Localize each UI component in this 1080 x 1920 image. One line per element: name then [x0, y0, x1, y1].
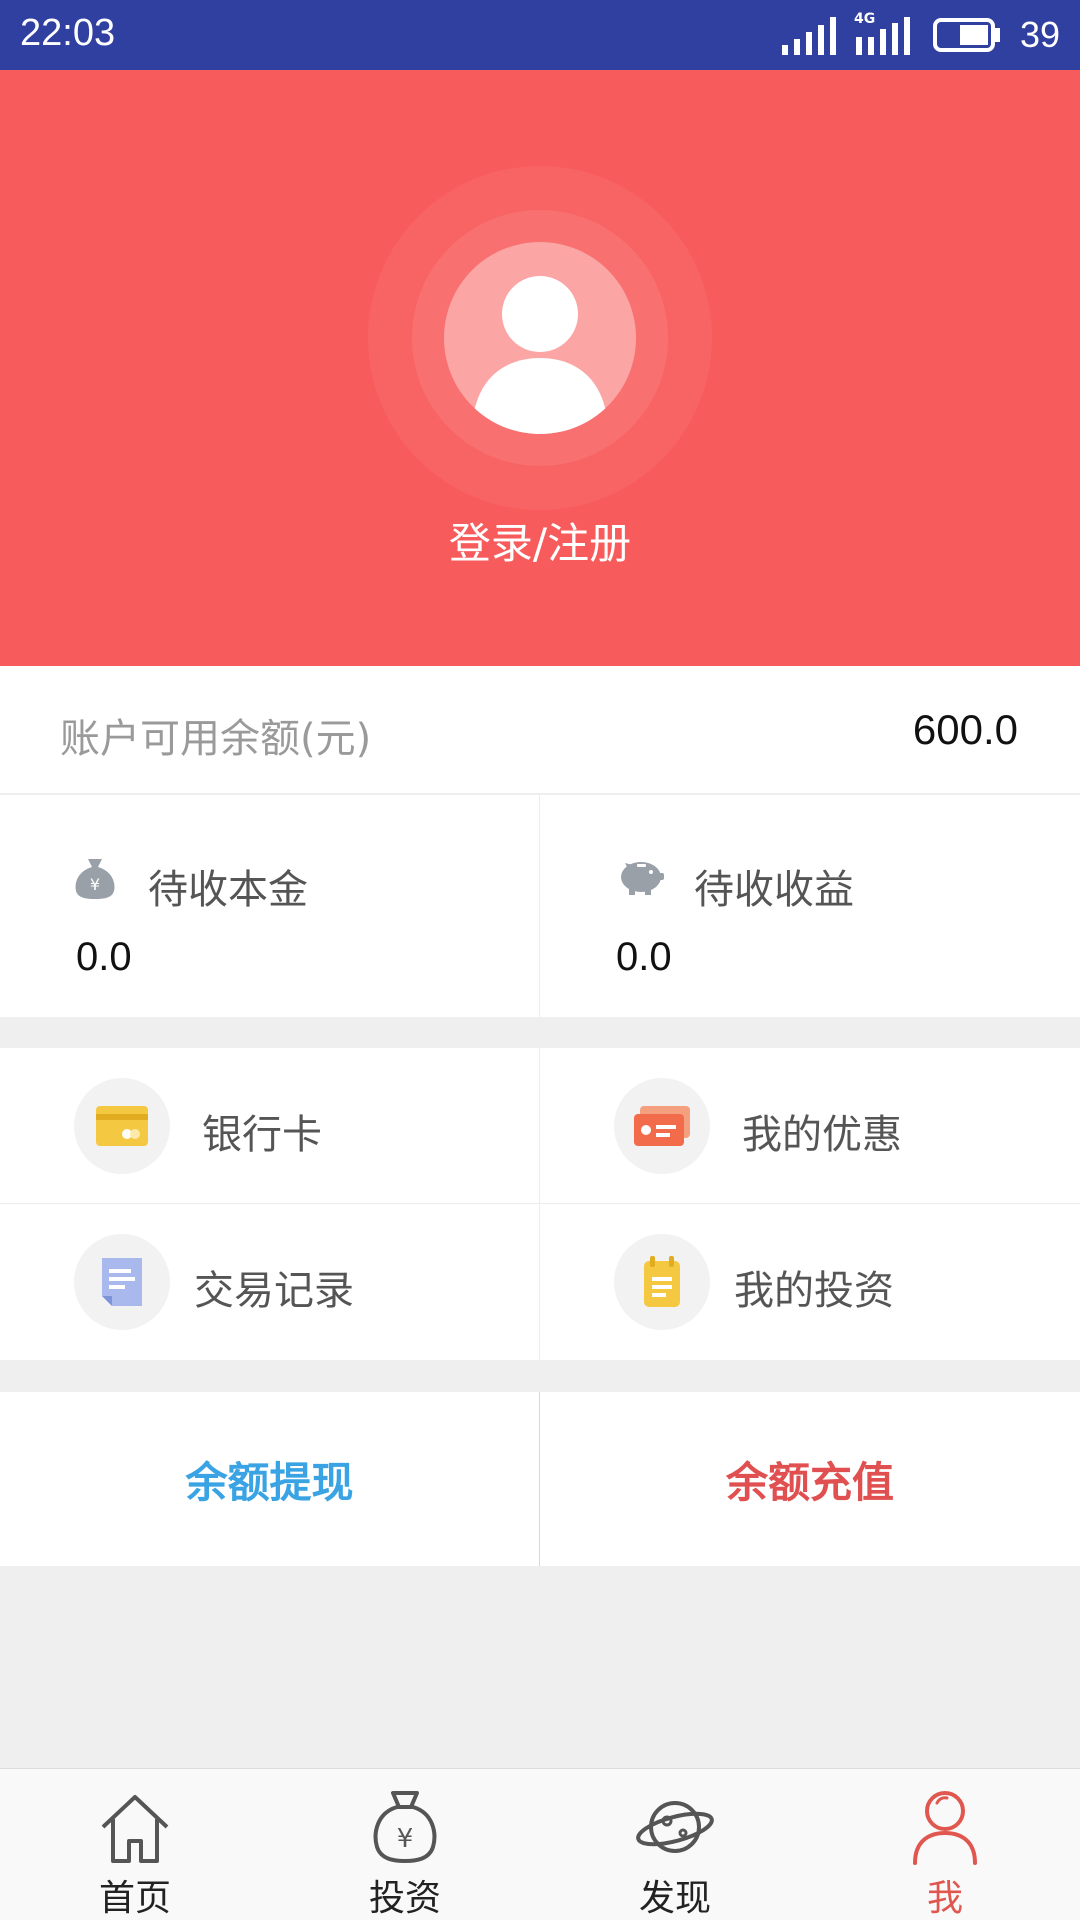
menu-item-transactions[interactable]: 交易记录: [0, 1204, 540, 1360]
menu-row: 银行卡 我的优惠: [0, 1048, 1080, 1204]
profile-header: 登录/注册: [0, 70, 1080, 666]
pending-summary: ¥ 待收本金 0.0 待收收益 0.0: [0, 795, 1080, 1017]
signal-icon: [781, 17, 836, 55]
battery-icon: [932, 18, 1000, 52]
tab-discover[interactable]: 发现: [540, 1769, 810, 1920]
menu-label-coupons: 我的优惠: [742, 1112, 902, 1158]
pending-principal: ¥ 待收本金 0.0: [0, 795, 540, 1017]
svg-text:¥: ¥: [397, 1824, 414, 1854]
menu-row: 交易记录 我的投资: [0, 1204, 1080, 1360]
tab-label-discover: 发现: [638, 1878, 711, 1919]
piggy-bank-icon: [621, 862, 664, 895]
tab-label-home: 首页: [98, 1878, 171, 1919]
balance-actions: 余额提现 余额充值: [0, 1392, 1080, 1566]
menu-item-investments[interactable]: 我的投资: [540, 1204, 1080, 1360]
coupon-icon: [614, 1078, 710, 1174]
money-bag-icon: ¥: [373, 1791, 437, 1863]
withdraw-button[interactable]: 余额提现: [0, 1392, 540, 1566]
pending-principal-label: 待收本金: [148, 867, 308, 913]
status-indicators: 4G 39: [780, 11, 1060, 58]
pending-principal-value: 0.0: [76, 935, 132, 979]
menu-label-transactions: 交易记录: [194, 1268, 354, 1314]
tab-invest[interactable]: ¥ 投资: [270, 1769, 540, 1920]
tab-label-invest: 投资: [368, 1878, 441, 1919]
pending-earnings: 待收收益 0.0: [540, 795, 1080, 1017]
bank-card-icon: [74, 1078, 170, 1174]
balance-label: 账户可用余额(元): [60, 716, 372, 762]
battery-level: 39: [1019, 14, 1060, 55]
planet-icon: [636, 1801, 714, 1853]
tab-home[interactable]: 首页: [0, 1769, 270, 1920]
menu-label-investments: 我的投资: [734, 1268, 894, 1314]
pending-earnings-value: 0.0: [616, 935, 672, 979]
menu-item-coupons[interactable]: 我的优惠: [540, 1048, 1080, 1204]
svg-text:¥: ¥: [90, 875, 100, 894]
menu-item-bank-card[interactable]: 银行卡: [0, 1048, 540, 1204]
clipboard-icon: [614, 1234, 710, 1330]
home-icon: [101, 1795, 169, 1863]
money-bag-icon: ¥: [75, 859, 115, 899]
recharge-button[interactable]: 余额充值: [540, 1392, 1080, 1566]
user-icon: [913, 1791, 977, 1865]
status-bar: 22:03 4G 39: [0, 0, 1080, 70]
balance-value: 600.0: [912, 706, 1018, 753]
balance-row: 账户可用余额(元) 600.0: [0, 666, 1080, 794]
bottom-tab-bar: 首页 ¥ 投资 发现 我: [0, 1768, 1080, 1920]
default-user-icon: [472, 276, 608, 434]
tab-label-me: 我: [926, 1878, 963, 1919]
status-time: 22:03: [20, 12, 116, 54]
avatar[interactable]: [444, 242, 636, 434]
document-icon: [74, 1234, 170, 1330]
tab-me[interactable]: 我: [810, 1769, 1080, 1920]
signal-4g-icon: 4G: [854, 11, 914, 55]
menu-label-bank-card: 银行卡: [202, 1112, 322, 1158]
login-register-link[interactable]: 登录/注册: [0, 510, 1080, 571]
pending-earnings-label: 待收收益: [694, 867, 854, 913]
account-menu: 银行卡 我的优惠 交易记录 我的投资: [0, 1048, 1080, 1360]
